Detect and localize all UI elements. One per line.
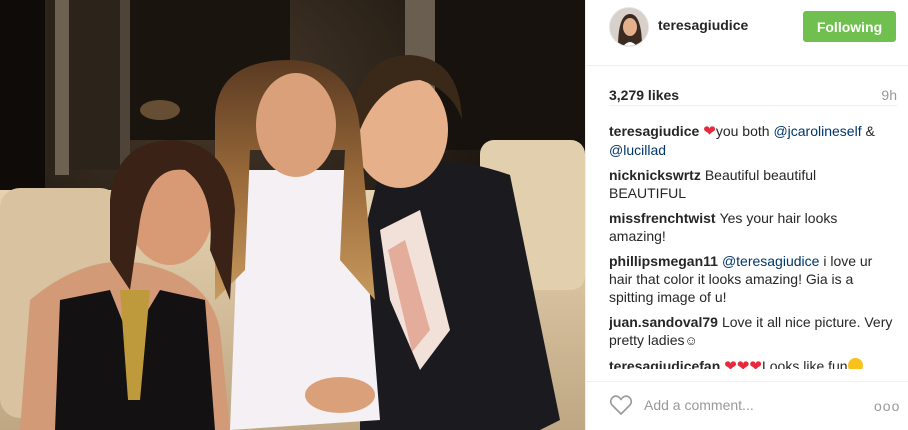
heart-emoji: ❤	[703, 123, 716, 140]
avatar[interactable]	[609, 7, 649, 47]
hearts-emoji: ❤❤❤	[724, 358, 762, 369]
post-photo[interactable]	[0, 0, 585, 430]
comment-item: phillipsmegan11 @teresagiudice i love ur …	[609, 252, 894, 306]
heart-outline-icon[interactable]	[609, 394, 633, 416]
add-comment-input[interactable]	[644, 394, 844, 416]
post-stats: 3,279 likes 9h	[609, 84, 897, 106]
comment-item: juan.sandoval79 Love it all nice picture.…	[609, 313, 894, 350]
post-header: teresagiudice Following	[586, 0, 908, 66]
comment-text: you both	[715, 123, 774, 139]
comment-author[interactable]: phillipsmegan11	[609, 253, 718, 269]
comments-list: teresagiudice ❤you both @jcarolineself & …	[609, 122, 894, 369]
mention-link[interactable]: @lucillad	[609, 142, 666, 158]
comment-item: teresagiudice ❤you both @jcarolineself & …	[609, 122, 894, 159]
winking-face-emoji	[847, 358, 863, 369]
heart-outline-icon-shape	[609, 395, 633, 415]
comment-text: &	[861, 123, 875, 139]
comment-author[interactable]: juan.sandoval79	[609, 314, 718, 330]
comment-author[interactable]: nicknickswrtz	[609, 167, 701, 183]
comment-author[interactable]: teresagiudicefan	[609, 358, 720, 369]
smiley-emoji: ☺	[684, 333, 698, 348]
comment-item: teresagiudicefan ❤❤❤Looks like fun	[609, 357, 894, 369]
comment-author[interactable]: missfrenchtwist	[609, 210, 716, 226]
avatar-image	[610, 8, 648, 46]
post-side-panel: teresagiudice Following 3,279 likes 9h t…	[585, 0, 908, 430]
more-options-icon[interactable]: ooo	[874, 398, 900, 414]
mention-link[interactable]: @teresagiudice	[722, 253, 820, 269]
likes-count[interactable]: 3,279 likes	[609, 87, 679, 103]
username-link[interactable]: teresagiudice	[658, 17, 748, 33]
post-photo-image	[0, 0, 585, 430]
comment-text: Looks like fun	[761, 358, 848, 369]
comment-footer: ooo	[586, 381, 908, 430]
mention-link[interactable]: @jcarolineself	[773, 123, 861, 139]
comment-item: nicknickswrtz Beautiful beautiful BEAUTIF…	[609, 166, 894, 202]
comment-item: missfrenchtwist Yes your hair looks amazi…	[609, 209, 894, 245]
following-button[interactable]: Following	[803, 11, 896, 42]
post-time[interactable]: 9h	[881, 87, 897, 103]
comment-author[interactable]: teresagiudice	[609, 123, 699, 139]
